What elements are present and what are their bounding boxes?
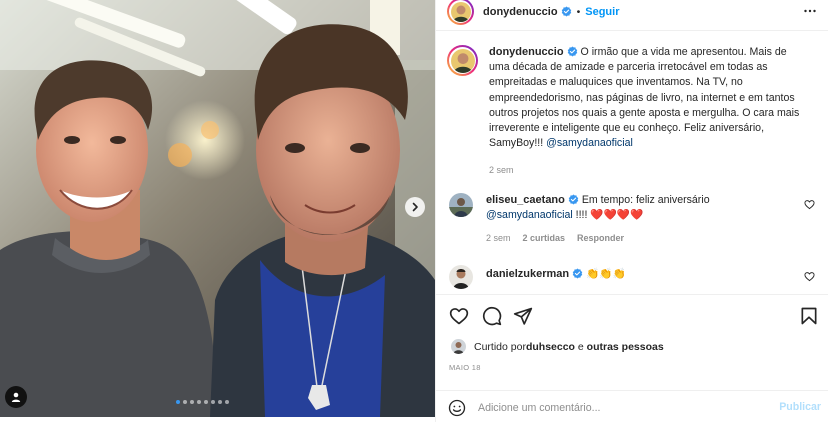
liked-by-middle: e bbox=[574, 340, 587, 353]
comment-avatar[interactable] bbox=[449, 265, 473, 289]
user-tag-icon bbox=[11, 392, 21, 402]
carousel-dot bbox=[176, 400, 180, 404]
liked-by-user-link[interactable]: duhsecco bbox=[526, 341, 575, 353]
photo-image bbox=[0, 0, 435, 417]
liked-by: Curtido por duhsecco e outras pessoas bbox=[451, 339, 664, 354]
comment-time[interactable]: 2 sem bbox=[486, 231, 511, 246]
header-avatar[interactable] bbox=[447, 0, 474, 25]
comment-text-after: !!!! bbox=[572, 209, 591, 221]
carousel-dot bbox=[211, 400, 215, 404]
carousel-dot bbox=[183, 400, 187, 404]
chevron-right-icon bbox=[412, 202, 418, 212]
caption-time[interactable]: 2 sem bbox=[489, 163, 809, 178]
comment-text: Em tempo: feliz aniversário bbox=[578, 194, 710, 206]
heart-icon[interactable] bbox=[804, 271, 815, 282]
avatar-image bbox=[449, 265, 473, 289]
caption-username[interactable]: donydenuccio bbox=[489, 46, 564, 58]
more-horizontal-icon[interactable] bbox=[803, 4, 817, 18]
verified-badge-icon bbox=[572, 268, 583, 279]
carousel-dot bbox=[225, 400, 229, 404]
caption-body: donydenuccio O irmão que a vida me apres… bbox=[489, 45, 809, 179]
comment-avatar[interactable] bbox=[449, 193, 473, 217]
comment-icon[interactable] bbox=[482, 306, 502, 326]
carousel-dot bbox=[190, 400, 194, 404]
comment-reply-button[interactable]: Responder bbox=[577, 231, 624, 246]
caption-avatar[interactable] bbox=[447, 45, 478, 76]
comment-item: eliseu_caetano Em tempo: feliz aniversár… bbox=[449, 193, 819, 246]
header-username[interactable]: donydenuccio bbox=[483, 6, 558, 18]
avatar-image bbox=[450, 1, 471, 22]
post-header: donydenuccio • Seguir bbox=[436, 0, 828, 25]
avatar-image bbox=[450, 48, 475, 73]
verified-badge-icon bbox=[561, 6, 571, 17]
comment-meta: 2 sem 2 curtidas Responder bbox=[486, 231, 786, 246]
comment-item: danielzukerman 👏👏👏 bbox=[449, 265, 819, 289]
header-divider bbox=[436, 30, 828, 31]
verified-badge-icon bbox=[567, 46, 577, 57]
comment-username[interactable]: eliseu_caetano bbox=[486, 194, 565, 206]
post-actions bbox=[449, 306, 819, 328]
post-photo[interactable] bbox=[0, 0, 435, 417]
follow-button[interactable]: Seguir bbox=[585, 6, 619, 18]
add-comment-bar: Publicar bbox=[436, 393, 828, 422]
verified-badge-icon bbox=[568, 194, 579, 205]
comment-body: eliseu_caetano Em tempo: feliz aniversár… bbox=[486, 193, 786, 246]
publish-button[interactable]: Publicar bbox=[779, 401, 821, 413]
user-tags-button[interactable] bbox=[5, 386, 27, 408]
header-separator: • bbox=[576, 5, 581, 18]
actions-divider bbox=[436, 294, 828, 295]
comment-box-divider bbox=[436, 390, 828, 391]
avatar-image bbox=[449, 193, 473, 217]
comment-body: danielzukerman 👏👏👏 bbox=[486, 265, 786, 289]
carousel-dot bbox=[204, 400, 208, 404]
comment-likes-count[interactable]: 2 curtidas bbox=[523, 231, 566, 246]
carousel-dot bbox=[197, 400, 201, 404]
comment-mention-link[interactable]: @samydanaoficial bbox=[486, 209, 573, 221]
heart-icon[interactable] bbox=[449, 306, 469, 326]
paper-plane-icon[interactable] bbox=[513, 306, 533, 326]
post-caption: donydenuccio O irmão que a vida me apres… bbox=[447, 45, 817, 179]
caption-text: O irmão que a vida me apresentou. Mais d… bbox=[489, 46, 800, 150]
liked-by-others-link[interactable]: outras pessoas bbox=[587, 341, 664, 353]
caption-mention-link[interactable]: @samydanaoficial bbox=[546, 137, 633, 149]
liked-by-prefix: Curtido por bbox=[474, 340, 526, 353]
carousel-next-button[interactable] bbox=[405, 197, 425, 217]
heart-icon[interactable] bbox=[804, 199, 815, 210]
post-date[interactable]: MAIO 18 bbox=[449, 363, 481, 372]
comment-emoji: ❤️❤️❤️❤️ bbox=[590, 209, 644, 221]
comment-input[interactable] bbox=[478, 401, 758, 414]
post-side-panel: donydenuccio • Seguir donydenuccio O irm… bbox=[435, 0, 828, 422]
carousel-dot bbox=[218, 400, 222, 404]
carousel-indicator bbox=[176, 400, 229, 404]
smiley-icon[interactable] bbox=[448, 399, 466, 417]
comment-username[interactable]: danielzukerman bbox=[486, 268, 569, 280]
comment-text: 👏👏👏 bbox=[583, 268, 626, 280]
avatar-image bbox=[451, 339, 466, 354]
liked-by-avatar[interactable] bbox=[451, 339, 466, 354]
bookmark-icon[interactable] bbox=[799, 306, 819, 326]
